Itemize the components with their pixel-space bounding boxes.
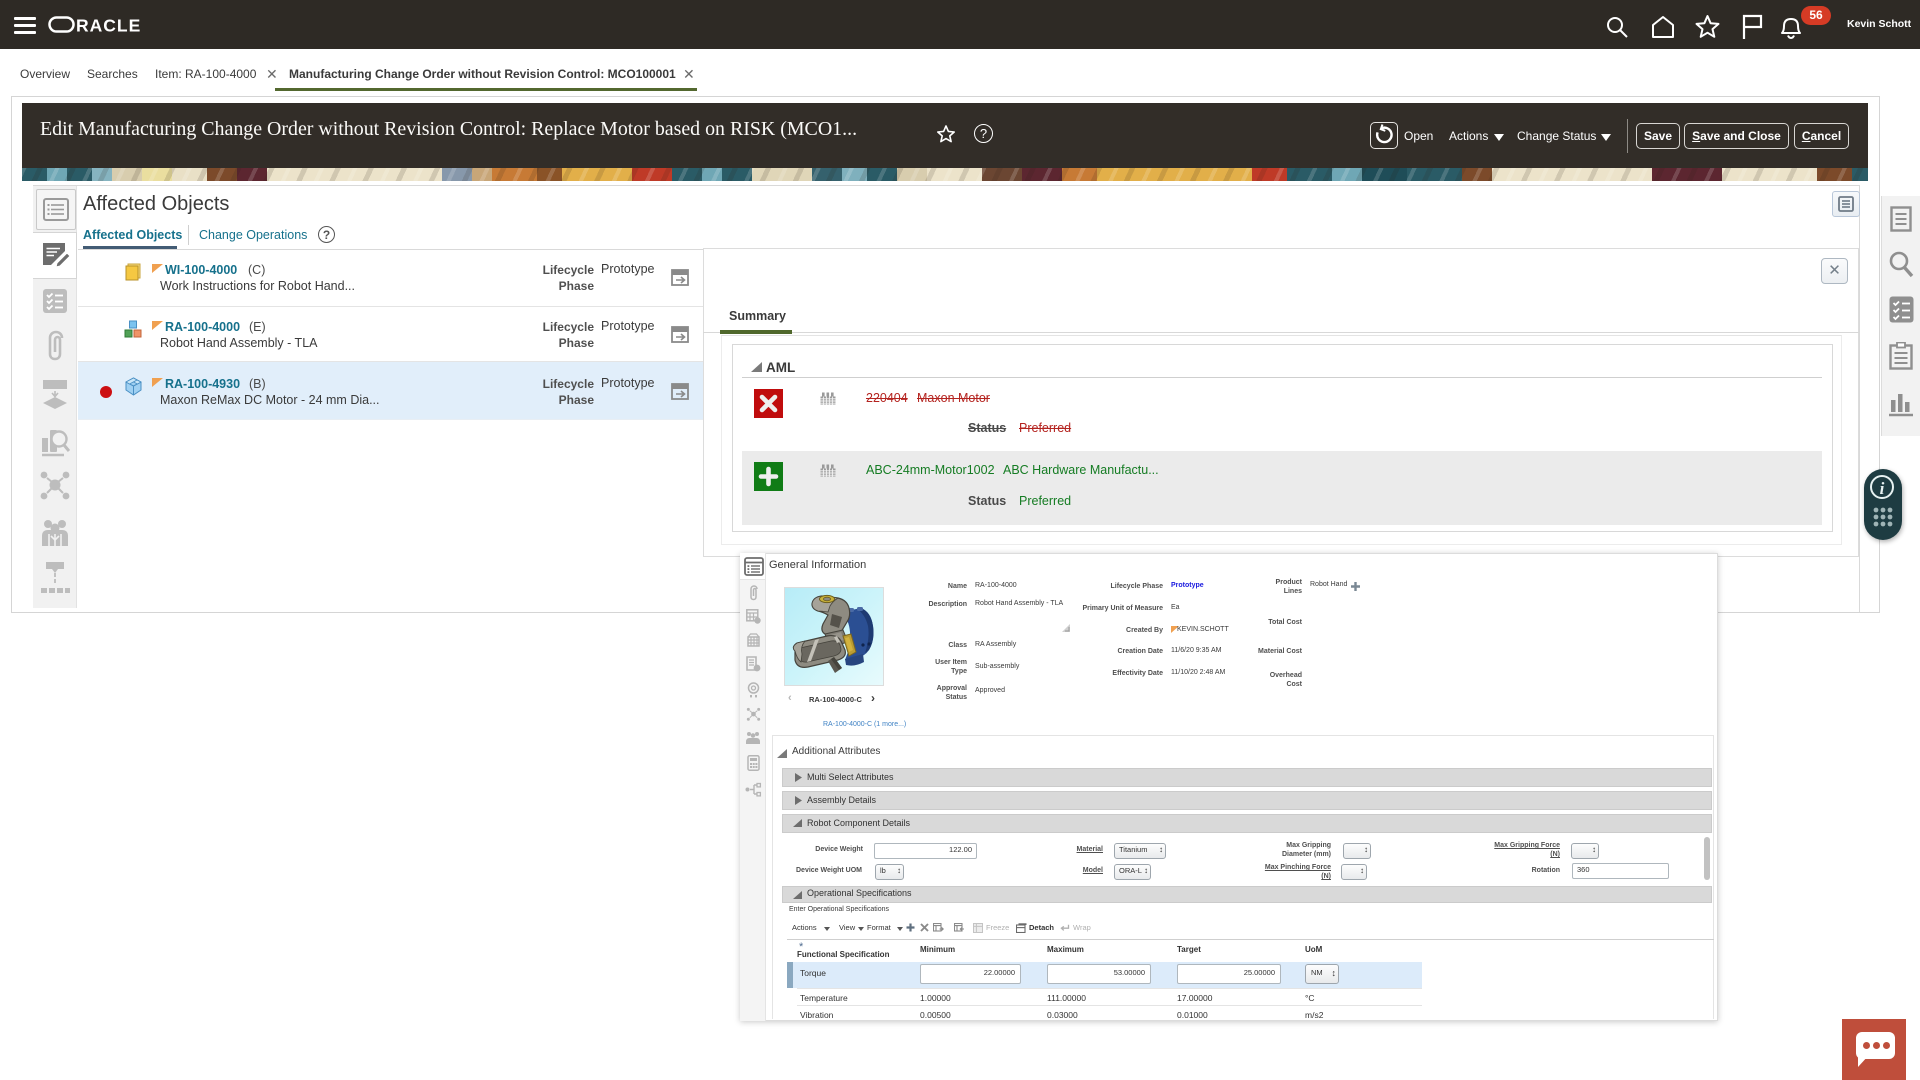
svg-text:RACLE: RACLE <box>76 16 141 34</box>
